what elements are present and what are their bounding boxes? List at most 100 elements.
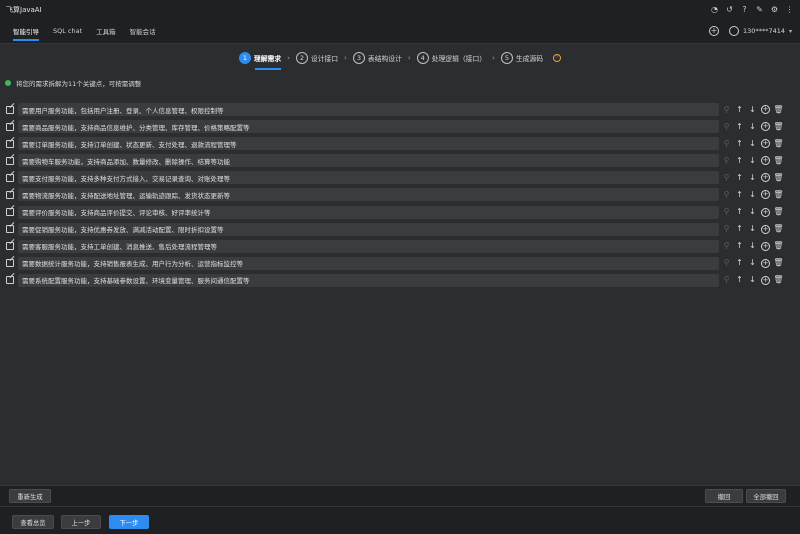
step-3[interactable]: 3 表结构设计 [352,52,402,64]
trash-icon[interactable]: 🗑 [773,105,783,114]
step-2[interactable]: 2 设计接口 [295,52,338,64]
requirement-input[interactable]: 需要数据统计服务功能，支持销售报表生成、用户行为分析、运营指标监控等 [18,256,719,270]
arrow-down-icon[interactable]: ↓ [748,173,757,182]
add-circle-icon[interactable]: + [761,139,770,149]
edit-icon[interactable]: ✎ [755,5,764,14]
edit-icon[interactable] [6,105,14,114]
add-circle-icon[interactable]: + [761,224,770,234]
arrow-down-icon[interactable]: ↓ [748,139,757,148]
requirement-input[interactable]: 需要物流服务功能，支持配送地址管理、运输轨迹跟踪、发货状态更新等 [18,188,719,202]
prev-step-button[interactable]: 上一步 [61,515,101,529]
step-4[interactable]: 4 处理逻辑（接口） [416,52,487,64]
arrow-up-icon[interactable]: ↑ [735,225,744,234]
view-overview-button[interactable]: 查看总览 [12,515,54,529]
notice-text: 将您的需求拆解为11个关键点，可按需调整 [16,80,142,88]
list-item: 需要系统配置服务功能，支持基础参数设置、环境变量管理、服务间通信配置等 ⚲ ↑ … [0,272,800,289]
arrow-down-icon[interactable]: ↓ [748,122,757,131]
arrow-up-icon[interactable]: ↑ [735,139,744,148]
requirement-input[interactable]: 需要购物车服务功能，支持商品添加、数量修改、删除操作、结算等功能 [18,154,719,168]
add-circle-icon[interactable]: + [761,275,770,285]
regenerate-button[interactable]: 重新生成 [9,489,51,503]
requirement-input[interactable]: 需要支付服务功能，支持多种支付方式接入、交易记录查询、对账处理等 [18,171,719,185]
requirement-input[interactable]: 需要促销服务功能，支持优惠券发放、满减活动配置、限时折扣设置等 [18,222,719,236]
timer-icon[interactable]: ◔ [710,5,719,14]
edit-icon[interactable] [6,173,14,182]
trash-icon[interactable]: 🗑 [773,122,783,131]
trash-icon[interactable]: 🗑 [773,139,783,148]
step-5[interactable]: 5 生成源码 [500,52,543,64]
tab-label: 智能引导 [13,28,39,36]
microphone-icon: ⚲ [723,189,730,199]
edit-icon[interactable] [6,259,14,268]
trash-icon[interactable]: 🗑 [773,225,783,234]
arrow-up-icon[interactable]: ↑ [735,122,744,131]
trash-icon[interactable]: 🗑 [773,259,783,268]
user-menu[interactable]: 130****7414 ▾ [729,26,792,36]
info-warning-icon[interactable]: ! [553,54,562,62]
add-circle-icon[interactable]: + [761,156,770,166]
tab-toolbox[interactable]: 工具箱 [89,19,123,44]
edit-icon[interactable] [6,242,14,251]
arrow-up-icon[interactable]: ↑ [735,190,744,199]
requirement-input[interactable]: 需要评价服务功能，支持商品评价提交、评论审核、好评率统计等 [18,205,719,219]
history-icon[interactable]: ↺ [725,5,734,14]
arrow-up-icon[interactable]: ↑ [735,259,744,268]
arrow-up-icon[interactable]: ↑ [735,173,744,182]
requirement-input[interactable]: 需要订单服务功能，支持订单创建、状态更新、支付处理、退款流程管理等 [18,137,719,151]
requirement-input[interactable]: 需要用户服务功能，包括用户注册、登录、个人信息管理、权限控制等 [18,103,719,116]
requirement-input[interactable]: 需要系统配置服务功能，支持基础参数设置、环境变量管理、服务间通信配置等 [18,273,719,287]
more-icon[interactable]: ⋮ [785,5,794,14]
tab-sql-chat[interactable]: SQL chat [46,19,89,44]
row-actions: ⚲ ↑ ↓ + 🗑 [722,207,784,217]
add-circle-icon[interactable]: + [761,190,770,200]
arrow-up-icon[interactable]: ↑ [735,276,744,285]
edit-icon[interactable] [6,122,14,131]
trash-icon[interactable]: 🗑 [773,173,783,182]
arrow-down-icon[interactable]: ↓ [748,208,757,217]
tab-smart-chat[interactable]: 智能会话 [123,19,163,44]
undo-button[interactable]: 撤回 [705,489,743,503]
edit-icon[interactable] [6,276,14,285]
microphone-icon: ⚲ [723,121,730,131]
add-circle-icon[interactable]: + [761,122,770,132]
arrow-down-icon[interactable]: ↓ [748,190,757,199]
edit-icon[interactable] [6,139,14,148]
arrow-down-icon[interactable]: ↓ [748,105,757,114]
add-circle-icon[interactable]: + [761,258,770,268]
edit-icon[interactable] [6,156,14,165]
arrow-up-icon[interactable]: ↑ [735,156,744,165]
arrow-down-icon[interactable]: ↓ [748,156,757,165]
add-circle-icon[interactable]: + [761,241,770,251]
list-item: 需要评价服务功能，支持商品评价提交、评论审核、好评率统计等 ⚲ ↑ ↓ + 🗑 [0,204,800,221]
trash-icon[interactable]: 🗑 [773,190,783,199]
next-step-button[interactable]: 下一步 [109,515,149,529]
add-icon[interactable]: + [709,26,720,36]
arrow-down-icon[interactable]: ↓ [748,242,757,251]
microphone-icon: ⚲ [723,155,730,165]
arrow-up-icon[interactable]: ↑ [735,242,744,251]
help-icon[interactable]: ? [740,5,749,14]
edit-icon[interactable] [6,190,14,199]
trash-icon[interactable]: 🗑 [773,156,783,165]
trash-icon[interactable]: 🗑 [773,276,783,285]
add-circle-icon[interactable]: + [761,173,770,183]
settings-icon[interactable]: ⚙ [770,5,779,14]
add-circle-icon[interactable]: + [761,207,770,217]
trash-icon[interactable]: 🗑 [773,208,783,217]
tab-smart-guide[interactable]: 智能引导 [6,19,46,44]
microphone-icon: ⚲ [723,207,730,217]
arrow-down-icon[interactable]: ↓ [748,225,757,234]
trash-icon[interactable]: 🗑 [773,242,783,251]
requirement-input[interactable]: 需要商品服务功能，支持商品信息维护、分类管理、库存管理、价格策略配置等 [18,120,719,134]
arrow-down-icon[interactable]: ↓ [748,276,757,285]
step-label: 处理逻辑（接口） [431,55,487,63]
step-1[interactable]: 1 理解需求 [238,52,282,70]
add-circle-icon[interactable]: + [761,105,770,114]
undo-all-button[interactable]: 全部撤回 [746,489,786,503]
requirement-input[interactable]: 需要客服服务功能，支持工单创建、消息推送、售后处理流程管理等 [18,239,719,253]
edit-icon[interactable] [6,208,14,217]
arrow-up-icon[interactable]: ↑ [735,105,744,114]
edit-icon[interactable] [6,225,14,234]
arrow-down-icon[interactable]: ↓ [748,259,757,268]
arrow-up-icon[interactable]: ↑ [735,208,744,217]
